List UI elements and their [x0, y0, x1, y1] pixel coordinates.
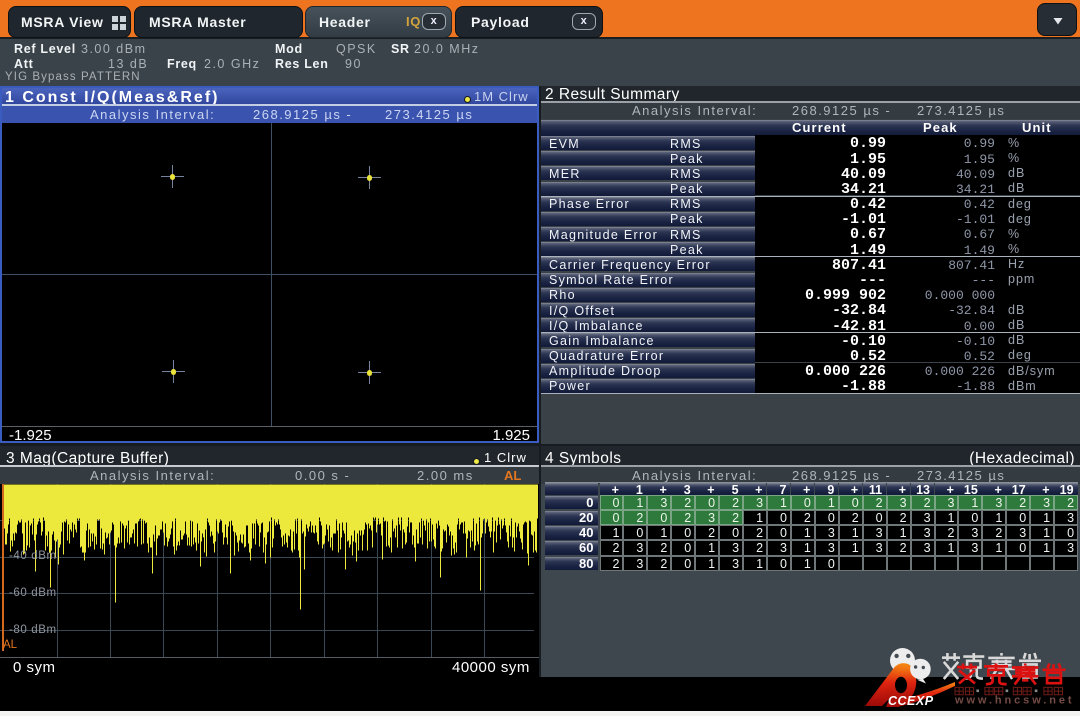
svg-text:www.hncsw.net: www.hncsw.net [954, 695, 1074, 707]
svg-text:CCEXP: CCEXP [888, 694, 934, 708]
